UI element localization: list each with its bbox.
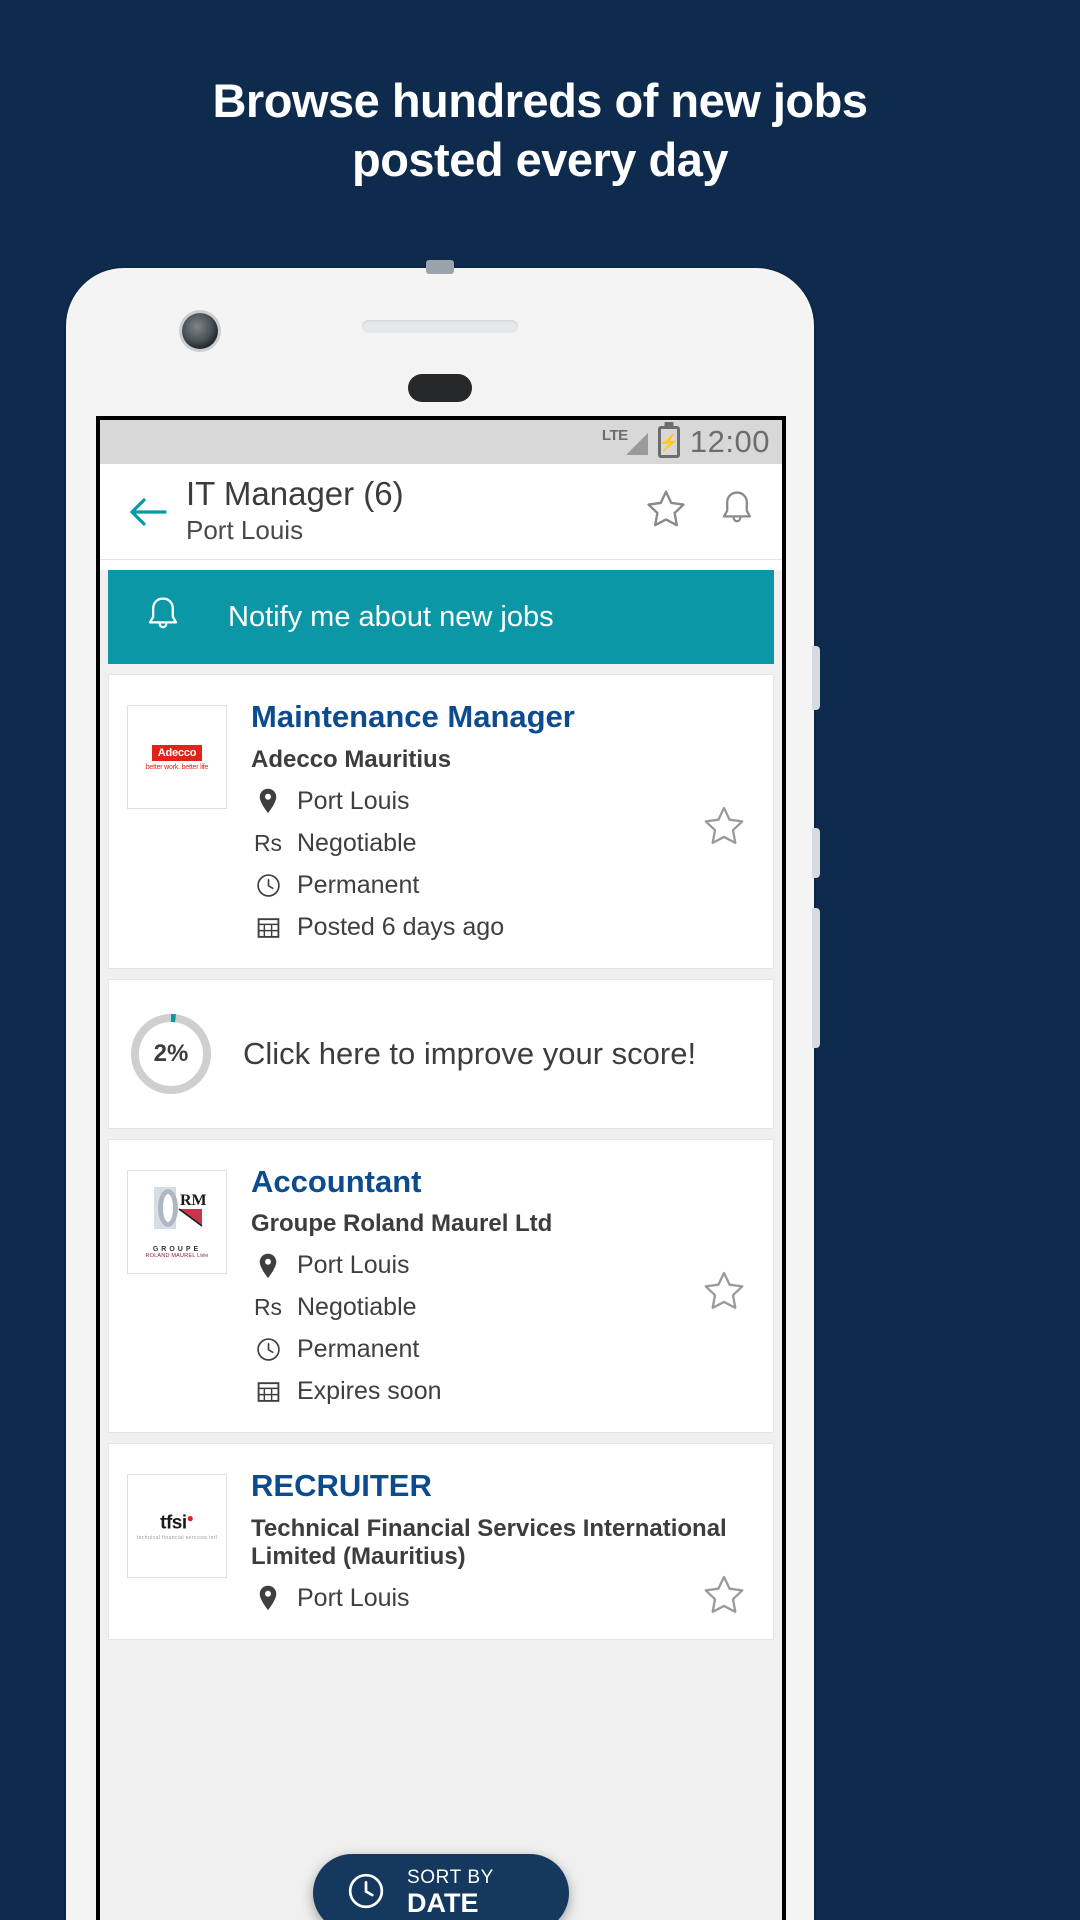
app-bar: IT Manager (6) Port Louis [100,464,782,560]
job-title[interactable]: Accountant [251,1164,747,1201]
lte-label: LTE [601,427,628,444]
notify-me-banner[interactable]: Notify me about new jobs [108,570,774,664]
page-subtitle: Port Louis [186,515,304,546]
score-message: Click here to improve your score! [243,1035,697,1071]
network-indicator: LTE [602,427,648,457]
groupe-roland-maurel-logo: RM GROUPE ROLAND MAUREL Ltée [127,1169,227,1274]
sort-by-label: SORT BY [407,1866,494,1888]
sort-by-value: DATE [407,1888,479,1919]
star-outline-icon[interactable] [701,1572,747,1623]
job-salary: Negotiable [297,1293,417,1322]
side-button-1[interactable] [812,646,820,710]
job-location-row: Port Louis [251,1251,747,1280]
calendar-icon [251,915,285,940]
grm-logo-tagline: ROLAND MAUREL Ltée [145,1252,209,1259]
page-title: IT Manager (6) [186,475,404,513]
job-title[interactable]: Maintenance Manager [251,699,747,736]
sort-labels: SORT BY DATE [407,1867,494,1920]
star-outline-icon[interactable] [701,1268,747,1319]
star-outline-icon[interactable] [701,803,747,854]
job-salary-row: Rs Negotiable [251,1293,747,1322]
star-outline-icon[interactable] [644,487,688,536]
job-company-line1: Technical Financial Services Internation… [251,1514,727,1542]
phone-antenna-nub [426,260,454,274]
status-bar: LTE ⚡ 12:00 [100,420,782,464]
job-type: Permanent [297,870,420,899]
job-date: Expires soon [297,1377,442,1406]
bell-icon [142,592,184,643]
job-type-row: Permanent [251,871,747,900]
job-card[interactable]: Adecco better work. better life Maintena… [108,674,774,969]
score-percent: 2% [153,1039,189,1067]
job-details: Accountant Groupe Roland Maurel Ltd Port… [227,1164,755,1407]
app-bar-actions [644,487,764,536]
job-location: Port Louis [297,1251,410,1280]
promo-headline-line1: Browse hundreds of new jobs [212,74,868,127]
signal-bars-icon [625,433,648,455]
profile-score-card[interactable]: 2% Click here to improve your score! [108,978,774,1129]
job-location: Port Louis [297,1583,410,1612]
job-date-row: Expires soon [251,1377,747,1406]
battery-charging-icon: ⚡ [657,426,680,458]
job-details: RECRUITER Technical Financial Services I… [227,1468,755,1613]
map-pin-icon [251,1585,285,1611]
adecco-logo: Adecco better work. better life [127,705,227,809]
job-card[interactable]: RM GROUPE ROLAND MAUREL Ltée Accountant … [108,1138,774,1434]
job-type: Permanent [297,1335,420,1364]
bell-outline-icon[interactable] [716,487,758,536]
job-company-line2: Limited (Mauritius) [251,1542,466,1570]
job-company: Groupe Roland Maurel Ltd [251,1210,553,1238]
tfsi-logo-text: tfsi● [160,1511,194,1534]
job-title[interactable]: RECRUITER [251,1468,747,1505]
promo-headline-line2: posted every day [351,132,729,186]
job-salary-row: Rs Negotiable [251,829,747,858]
front-camera-icon [182,313,218,349]
phone-mockup: LTE ⚡ 12:00 IT Manager (6) Port Louis No… [66,260,820,1920]
job-details: Maintenance Manager Adecco Mauritius Por… [227,699,755,942]
job-type-row: Permanent [251,1335,747,1364]
side-button-3[interactable] [812,908,820,1048]
back-arrow-icon[interactable] [122,497,174,527]
job-company: Technical Financial Services Internation… [251,1515,747,1571]
clock-icon [251,873,285,898]
tfsi-logo: tfsi● technical financial services intl [127,1474,227,1579]
job-salary: Negotiable [297,828,417,857]
sort-by-button[interactable]: SORT BY DATE [313,1854,569,1920]
status-bar-clock: 12:00 [689,424,770,459]
rupee-icon: Rs [253,829,283,856]
phone-screen: LTE ⚡ 12:00 IT Manager (6) Port Louis No… [96,416,786,1920]
promo-headline: Browse hundreds of new jobs posted every… [0,72,1080,190]
clock-icon [251,1337,285,1362]
job-location: Port Louis [297,786,410,815]
rupee-icon: Rs [253,1294,283,1321]
svg-text:RM: RM [180,1192,207,1209]
job-location-row: Port Louis [251,1584,747,1613]
job-list[interactable]: Notify me about new jobs Adecco better w… [100,570,782,1920]
map-pin-icon [251,788,285,814]
adecco-logo-tagline: better work. better life [145,764,209,771]
notify-me-label: Notify me about new jobs [228,600,554,633]
adecco-logo-text: Adecco [151,745,203,761]
map-pin-icon [251,1253,285,1279]
job-location-row: Port Louis [251,787,747,816]
job-date-row: Posted 6 days ago [251,913,747,942]
bolt-glyph: ⚡ [658,432,680,452]
app-bar-titles: IT Manager (6) Port Louis [186,475,644,547]
home-button[interactable] [408,374,472,402]
earpiece-speaker [362,320,518,333]
job-date: Posted 6 days ago [297,912,505,941]
job-company: Adecco Mauritius [251,745,452,773]
job-card[interactable]: tfsi● technical financial services intl … [108,1443,774,1640]
side-button-2[interactable] [812,828,820,878]
grm-logo-text: GROUPE [152,1245,202,1253]
calendar-icon [251,1379,285,1404]
score-progress-ring: 2% [127,1010,215,1098]
tfsi-logo-tagline: technical financial services intl [136,1534,218,1541]
clock-icon [347,1872,385,1915]
